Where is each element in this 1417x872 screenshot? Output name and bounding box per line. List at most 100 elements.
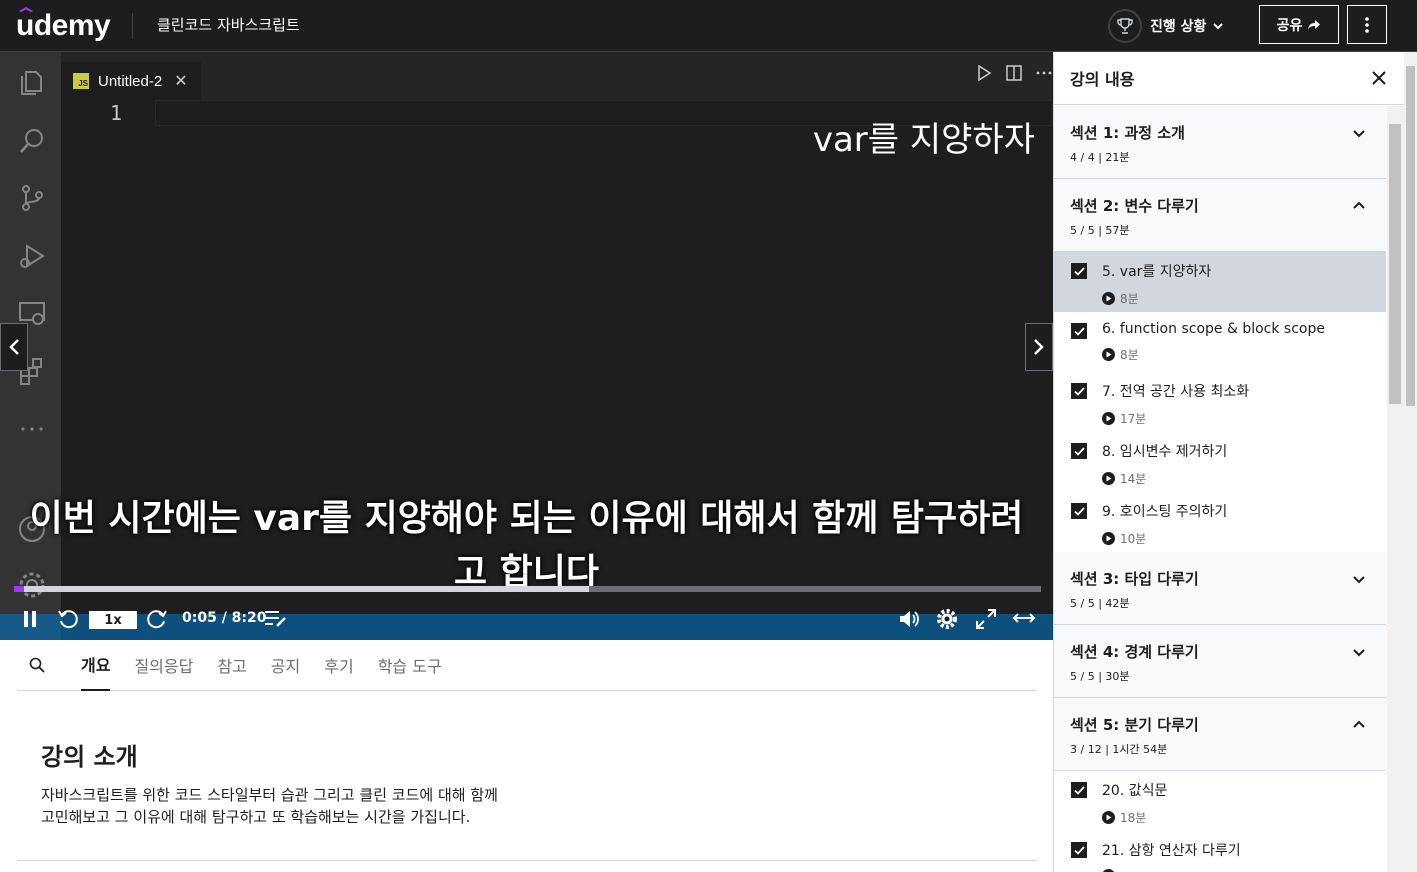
progress-button[interactable]: 진행 상황 xyxy=(1108,6,1224,46)
section-title: 섹션 1: 과정 소개 xyxy=(1070,124,1185,142)
lecture-complete-checkbox[interactable] xyxy=(1071,323,1087,339)
time-display: 0:05 / 8:20 xyxy=(182,610,267,626)
page-scrollbar[interactable] xyxy=(1404,52,1417,872)
search-icon xyxy=(20,129,43,153)
lecture-item[interactable]: 6. function scope & block scope 8분 xyxy=(1054,312,1386,372)
logo-hat-icon xyxy=(19,7,33,12)
lecture-complete-checkbox[interactable] xyxy=(1071,503,1087,519)
tab-notes[interactable]: 참고 xyxy=(217,640,246,691)
check-icon xyxy=(1073,785,1085,795)
forward-5s-icon[interactable] xyxy=(146,608,168,630)
seek-buffered xyxy=(14,586,589,592)
lecture-item[interactable]: 9. 호이스팅 주의하기 10분 xyxy=(1054,492,1386,552)
lecture-item[interactable]: 7. 전역 공간 사용 최소화 17분 xyxy=(1054,372,1386,432)
tab-learning-tools[interactable]: 학습 도구 xyxy=(378,640,442,691)
share-label: 공유 xyxy=(1276,17,1303,34)
sidebar-scroll-thumb[interactable] xyxy=(1389,124,1401,404)
trophy-icon xyxy=(1117,18,1133,34)
lecture-meta: 18분 xyxy=(1102,809,1370,826)
video-play-icon xyxy=(1102,348,1115,361)
add-note-icon[interactable] xyxy=(264,609,288,629)
more-options-button[interactable] xyxy=(1347,5,1387,44)
seek-played xyxy=(14,586,24,592)
section-header[interactable]: 섹션 2: 변수 다루기 5 / 5 | 57분 xyxy=(1054,179,1386,252)
lecture-item[interactable]: 5. var를 지양하자 8분 xyxy=(1054,252,1386,312)
course-tabs: 개요 질의응답 참고 공지 후기 학습 도구 xyxy=(17,640,1037,691)
page-scroll-thumb[interactable] xyxy=(1406,66,1415,406)
header-divider xyxy=(132,13,133,39)
lecture-item[interactable]: 21. 삼항 연산자 다루기 xyxy=(1054,831,1386,872)
section-meta: 5 / 5 | 30분 xyxy=(1070,670,1130,683)
chevron-up-icon xyxy=(1353,201,1365,209)
tab-overview[interactable]: 개요 xyxy=(81,640,111,691)
playback-rate-button[interactable]: 1x xyxy=(89,611,137,629)
pause-icon[interactable] xyxy=(22,610,38,628)
tab-qna[interactable]: 질의응답 xyxy=(134,640,193,691)
chevron-up-icon xyxy=(1353,720,1365,728)
fullscreen-icon[interactable] xyxy=(975,608,997,630)
course-title[interactable]: 클린코드 자바스크립트 xyxy=(157,14,300,35)
section-meta: 5 / 5 | 42분 xyxy=(1070,597,1130,610)
tab-announcements[interactable]: 공지 xyxy=(271,640,300,691)
tab-search[interactable] xyxy=(17,657,57,673)
editor-actions xyxy=(975,64,1053,82)
check-icon xyxy=(1073,845,1085,855)
js-file-icon: JS xyxy=(73,73,89,89)
source-control-icon xyxy=(22,185,43,211)
previous-lecture-button[interactable] xyxy=(0,323,28,371)
section-header[interactable]: 섹션 5: 분기 다루기 3 / 12 | 1시간 54분 xyxy=(1054,698,1386,771)
chevron-down-icon xyxy=(1353,649,1365,657)
line-number: 1 xyxy=(110,101,123,125)
video-play-icon xyxy=(1102,532,1115,545)
section-header[interactable]: 섹션 1: 과정 소개 4 / 4 | 21분 xyxy=(1054,106,1386,179)
lecture-complete-checkbox[interactable] xyxy=(1071,383,1087,399)
lecture-title: 9. 호이스팅 주의하기 xyxy=(1102,504,1228,520)
editor-more-icon xyxy=(1036,71,1052,75)
sidebar-header: 강의 내용 xyxy=(1054,52,1417,105)
volume-icon[interactable] xyxy=(898,608,920,630)
explorer-icon xyxy=(21,71,42,95)
lecture-meta: 8분 xyxy=(1102,346,1370,363)
lecture-title: 8. 임시변수 제거하기 xyxy=(1102,444,1228,460)
check-icon xyxy=(1073,506,1085,516)
section-meta: 5 / 5 | 57분 xyxy=(1070,224,1130,237)
lecture-complete-checkbox[interactable] xyxy=(1071,443,1087,459)
overview-divider xyxy=(17,860,1037,861)
seek-bar[interactable] xyxy=(14,586,1041,592)
video-play-icon xyxy=(1102,292,1115,305)
close-icon[interactable] xyxy=(1370,69,1388,87)
chapter-overlay-text: var를 지양하자 xyxy=(812,120,1035,160)
video-subtitle: 이번 시간에는 var를 지양해야 되는 이유에 대해서 함께 탐구하려고 합니… xyxy=(29,498,1024,593)
rewind-5s-icon[interactable] xyxy=(57,608,79,630)
settings-icon[interactable] xyxy=(936,608,958,630)
lecture-duration: 17분 xyxy=(1120,412,1147,426)
udemy-logo[interactable]: udemy xyxy=(16,6,111,46)
lecture-title: 21. 삼항 연산자 다루기 xyxy=(1102,843,1241,859)
next-lecture-button[interactable] xyxy=(1025,323,1053,371)
lecture-item[interactable]: 8. 임시변수 제거하기 14분 xyxy=(1054,432,1386,492)
lecture-complete-checkbox[interactable] xyxy=(1071,263,1087,279)
editor-tab: JS Untitled-2 ✕ xyxy=(61,62,201,100)
check-icon xyxy=(1073,266,1085,276)
lecture-duration: 14분 xyxy=(1120,472,1147,486)
tab-reviews[interactable]: 후기 xyxy=(324,640,353,691)
share-button[interactable]: 공유 xyxy=(1259,5,1339,44)
expand-width-icon[interactable] xyxy=(1012,610,1036,626)
lecture-complete-checkbox[interactable] xyxy=(1071,842,1087,858)
video-play-icon xyxy=(1102,472,1115,485)
lecture-meta: 10분 xyxy=(1102,530,1370,547)
close-tab-icon: ✕ xyxy=(174,73,188,90)
share-arrow-icon xyxy=(1308,19,1321,30)
section-header[interactable]: 섹션 3: 타입 다루기 5 / 5 | 42분 xyxy=(1054,552,1386,625)
video-player[interactable]: JS Untitled-2 ✕ 1 var를 지양하자 이번 시간에는 var를… xyxy=(0,52,1053,640)
curriculum-list: 섹션 1: 과정 소개 4 / 4 | 21분 섹션 2: 변수 다루기 5 / 5 … xyxy=(1054,106,1386,872)
lecture-complete-checkbox[interactable] xyxy=(1071,782,1087,798)
lecture-item[interactable]: 20. 값식문 18분 xyxy=(1054,771,1386,831)
lecture-meta: 17분 xyxy=(1102,410,1370,427)
sidebar-scrollbar[interactable] xyxy=(1387,106,1404,872)
section-header[interactable]: 섹션 4: 경계 다루기 5 / 5 | 30분 xyxy=(1054,625,1386,698)
progress-ring xyxy=(1108,9,1142,43)
section-title: 섹션 3: 타입 다루기 xyxy=(1070,570,1199,588)
lecture-duration: 10분 xyxy=(1120,532,1147,546)
player-controls: 1x 0:05 / 8:20 xyxy=(0,604,1053,634)
